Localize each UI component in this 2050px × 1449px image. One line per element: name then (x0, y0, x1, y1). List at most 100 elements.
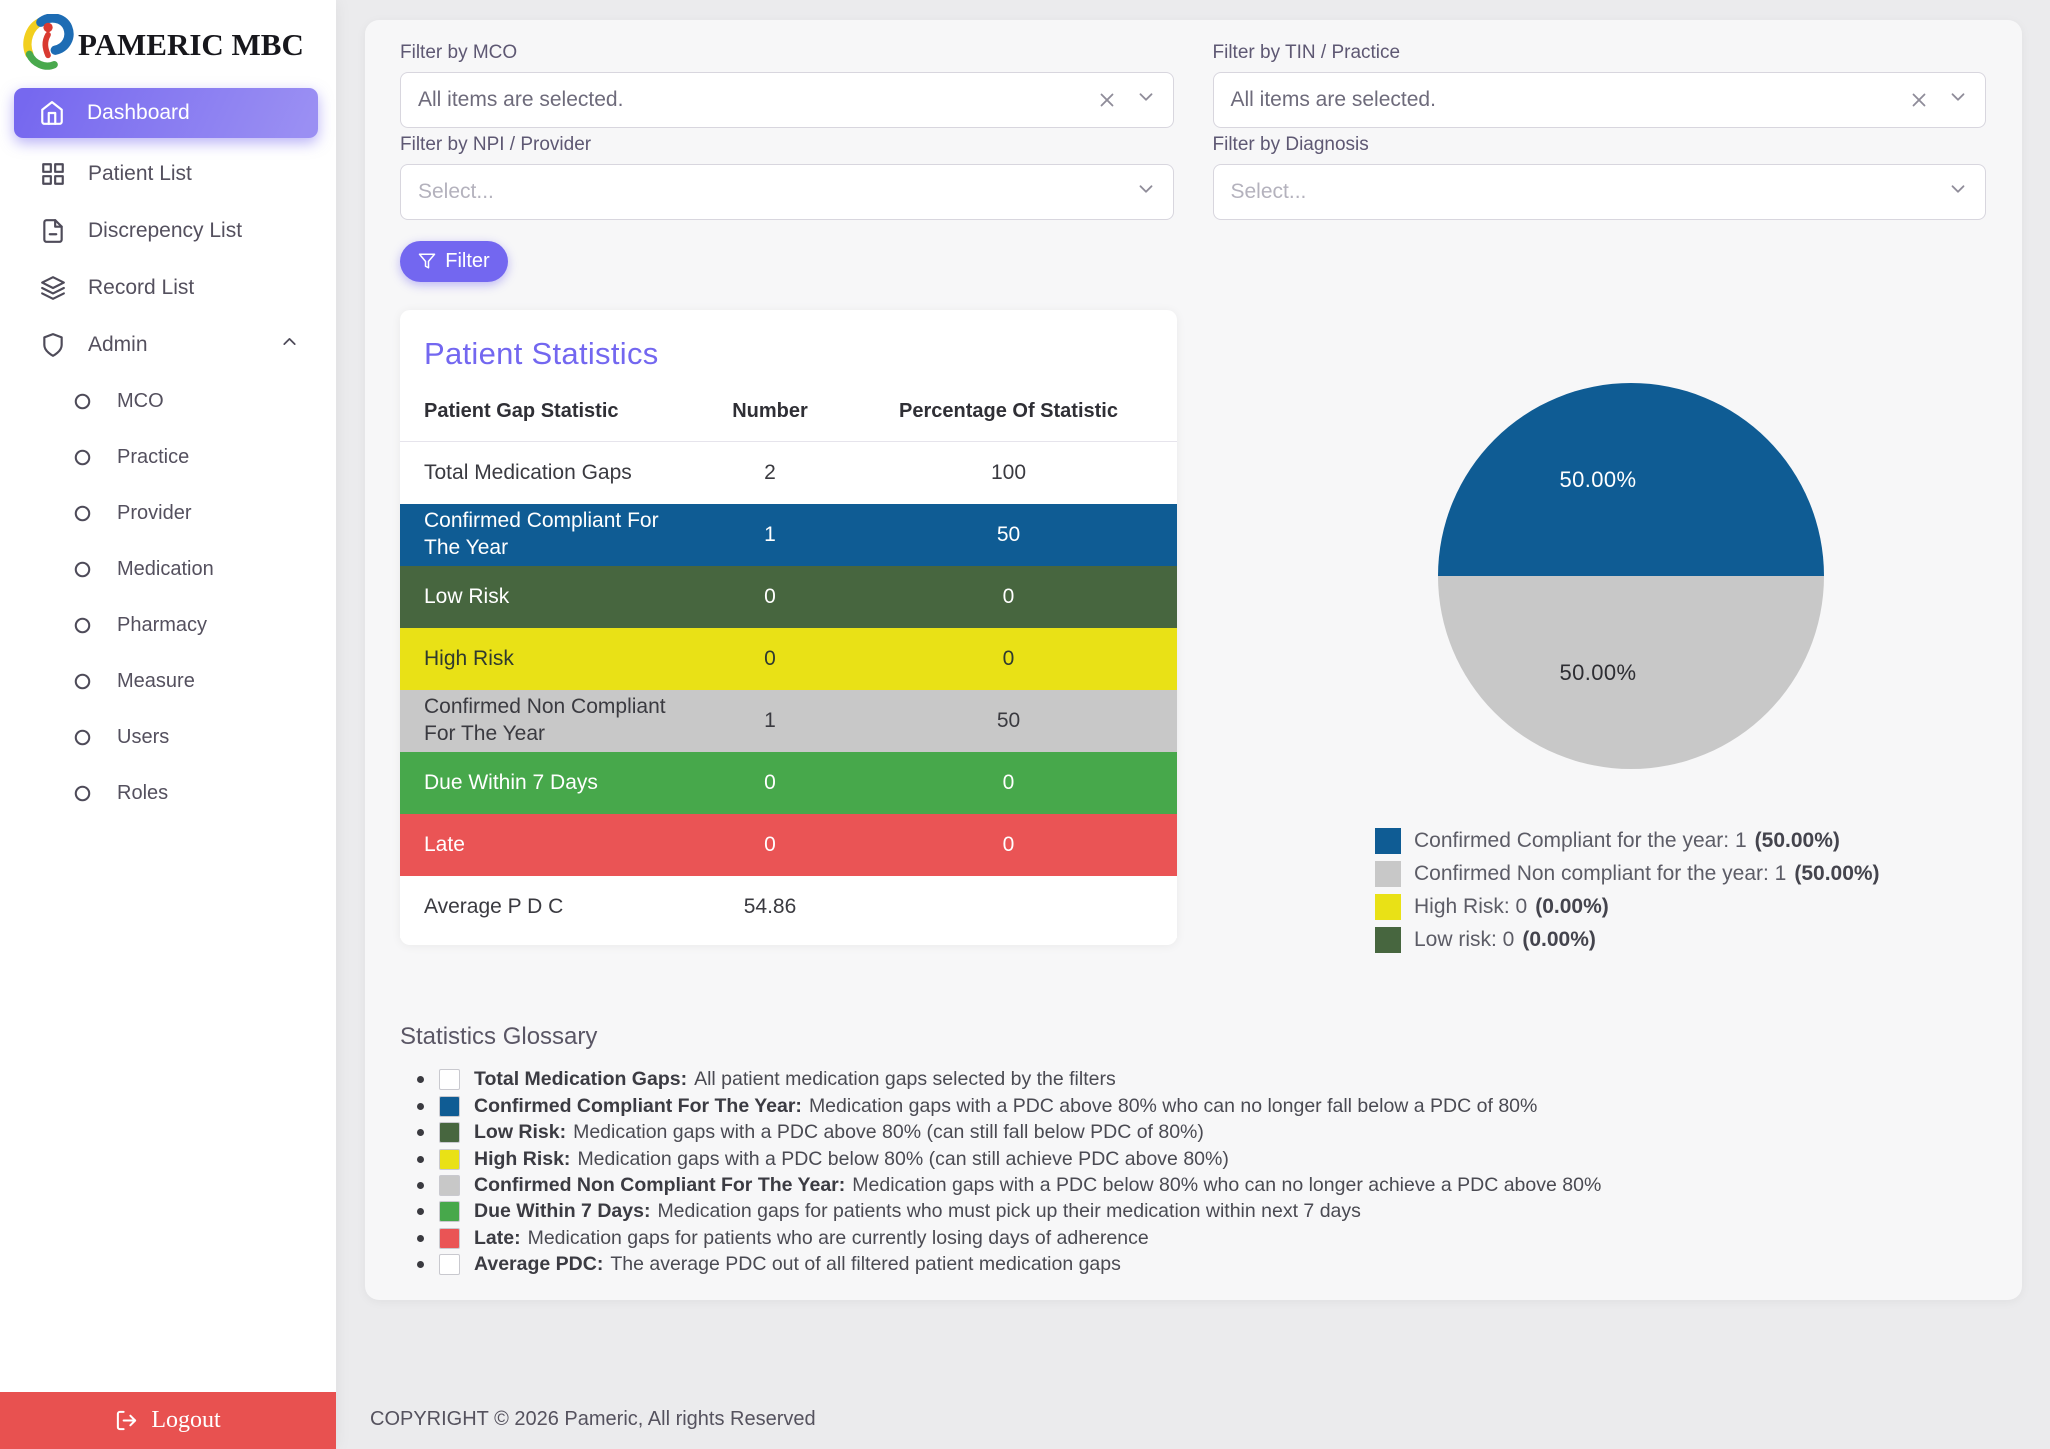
legend-percent: (0.00%) (1535, 895, 1609, 919)
sidebar-item-label: Practice (117, 446, 189, 469)
sidebar-item-mco[interactable]: MCO (0, 373, 336, 429)
glossary-item: Confirmed Non Compliant For The Year: Me… (400, 1172, 1986, 1198)
row-number: 1 (700, 523, 840, 547)
sidebar-item-discrepency-list[interactable]: Discrepency List (0, 202, 336, 259)
statistics-glossary: Statistics Glossary Total Medication Gap… (400, 1023, 1986, 1278)
sidebar-item-practice[interactable]: Practice (0, 429, 336, 485)
glossary-term: Confirmed Non Compliant For The Year: (474, 1174, 845, 1197)
glossary-term: Late: (474, 1227, 521, 1250)
row-percentage: 50 (840, 523, 1177, 547)
column-header: Number (700, 400, 840, 423)
circle-icon (73, 560, 92, 579)
glossary-item: High Risk: Medication gaps with a PDC be… (400, 1146, 1986, 1172)
clear-icon[interactable] (1908, 89, 1930, 111)
chevron-up-icon[interactable] (279, 331, 300, 358)
legend-label: Confirmed Non compliant for the year: 1 (1414, 862, 1786, 886)
copyright-text: COPYRIGHT © 2026 Pameric, All rights Res… (370, 1408, 816, 1431)
chevron-down-icon[interactable] (1947, 86, 1969, 113)
shield-icon (40, 332, 66, 358)
sidebar-item-label: Medication (117, 558, 214, 581)
sidebar-item-dashboard[interactable]: Dashboard (14, 88, 318, 138)
glossary-swatch (439, 1149, 460, 1170)
filter-button-label: Filter (445, 250, 489, 273)
glossary-item: Average PDC: The average PDC out of all … (400, 1251, 1986, 1277)
filter-group-diagnosis: Filter by Diagnosis Select... (1213, 132, 1987, 220)
sidebar-item-label: Discrepency List (88, 219, 242, 243)
legend-percent: (0.00%) (1522, 928, 1596, 952)
logout-button[interactable]: Logout (0, 1392, 336, 1449)
sidebar-item-admin[interactable]: Admin (0, 316, 336, 373)
pie-chart: 50.00% 50.00% (1438, 383, 1824, 769)
bullet-icon (417, 1103, 424, 1110)
chevron-down-icon[interactable] (1135, 178, 1157, 205)
glossary-swatch (439, 1254, 460, 1275)
filters: Filter by MCO All items are selected. Fi… (400, 40, 1986, 224)
sidebar-item-medication[interactable]: Medication (0, 541, 336, 597)
column-header: Patient Gap Statistic (400, 400, 700, 423)
circle-icon (73, 784, 92, 803)
sidebar-item-provider[interactable]: Provider (0, 485, 336, 541)
table-row: Late 0 0 (400, 814, 1177, 876)
row-label: Average P D C (400, 894, 700, 920)
brand-logo-icon (20, 14, 74, 76)
legend-swatch (1375, 828, 1401, 854)
glossary-swatch (439, 1175, 460, 1196)
filter-diagnosis-select[interactable]: Select... (1213, 164, 1987, 220)
glossary-term: Low Risk: (474, 1121, 566, 1144)
legend-item: Confirmed Non compliant for the year: 1 … (1375, 861, 1880, 887)
glossary-description: Medication gaps with a PDC below 80% (ca… (577, 1148, 1228, 1171)
filter-mco-select[interactable]: All items are selected. (400, 72, 1174, 128)
filter-npi-select[interactable]: Select... (400, 164, 1174, 220)
glossary-item: Late: Medication gaps for patients who a… (400, 1225, 1986, 1251)
sidebar-item-roles[interactable]: Roles (0, 765, 336, 821)
filter-tin-select[interactable]: All items are selected. (1213, 72, 1987, 128)
row-percentage: 0 (840, 771, 1177, 795)
legend-swatch (1375, 861, 1401, 887)
table-row: Due Within 7 Days 0 0 (400, 752, 1177, 814)
sidebar-item-users[interactable]: Users (0, 709, 336, 765)
glossary-list: Total Medication Gaps: All patient medic… (400, 1067, 1986, 1278)
chevron-down-icon[interactable] (1135, 86, 1157, 113)
page-title: Patient Statistics (424, 336, 1177, 372)
filter-button[interactable]: Filter (400, 241, 508, 282)
circle-icon (73, 672, 92, 691)
layers-icon (40, 275, 66, 301)
sidebar-item-label: Record List (88, 276, 194, 300)
glossary-term: Confirmed Compliant For The Year: (474, 1095, 802, 1118)
column-header: Percentage Of Statistic (840, 400, 1177, 423)
patient-statistics-card: Patient Statistics Patient Gap Statistic… (400, 310, 1177, 945)
glossary-description: The average PDC out of all filtered pati… (610, 1253, 1121, 1276)
row-number: 0 (700, 833, 840, 857)
filter-diagnosis-placeholder: Select... (1231, 180, 1948, 204)
glossary-description: Medication gaps with a PDC below 80% who… (852, 1174, 1601, 1197)
sidebar-item-label: Admin (88, 333, 148, 357)
row-label: Confirmed Non Compliant For The Year (400, 694, 700, 747)
sidebar-item-record-list[interactable]: Record List (0, 259, 336, 316)
sidebar-item-pharmacy[interactable]: Pharmacy (0, 597, 336, 653)
glossary-item: Low Risk: Medication gaps with a PDC abo… (400, 1119, 1986, 1145)
sidebar-item-label: Measure (117, 670, 195, 693)
legend-label: High Risk: 0 (1414, 895, 1527, 919)
table-row: High Risk 0 0 (400, 628, 1177, 690)
row-percentage: 0 (840, 647, 1177, 671)
circle-icon (73, 616, 92, 635)
sidebar: PAMERIC MBC Dashboard Patient List Discr… (0, 0, 336, 1449)
pie-slice-label: 50.00% (1559, 660, 1636, 686)
glossary-swatch (439, 1201, 460, 1222)
table-header: Patient Gap Statistic Number Percentage … (400, 400, 1177, 442)
row-number: 0 (700, 585, 840, 609)
row-label: Total Medication Gaps (400, 460, 700, 486)
chevron-down-icon[interactable] (1947, 178, 1969, 205)
clear-icon[interactable] (1096, 89, 1118, 111)
logout-label: Logout (151, 1407, 220, 1434)
filter-group-mco: Filter by MCO All items are selected. (400, 40, 1174, 128)
glossary-swatch (439, 1228, 460, 1249)
brand-name: PAMERIC MBC (78, 27, 304, 63)
filter-tin-label: Filter by TIN / Practice (1213, 42, 1987, 64)
sidebar-item-measure[interactable]: Measure (0, 653, 336, 709)
sidebar-item-patient-list[interactable]: Patient List (0, 145, 336, 202)
legend-item: High Risk: 0 (0.00%) (1375, 894, 1880, 920)
sidebar-item-label: Patient List (88, 162, 192, 186)
legend-swatch (1375, 927, 1401, 953)
table-row: Confirmed Compliant For The Year 1 50 (400, 504, 1177, 566)
